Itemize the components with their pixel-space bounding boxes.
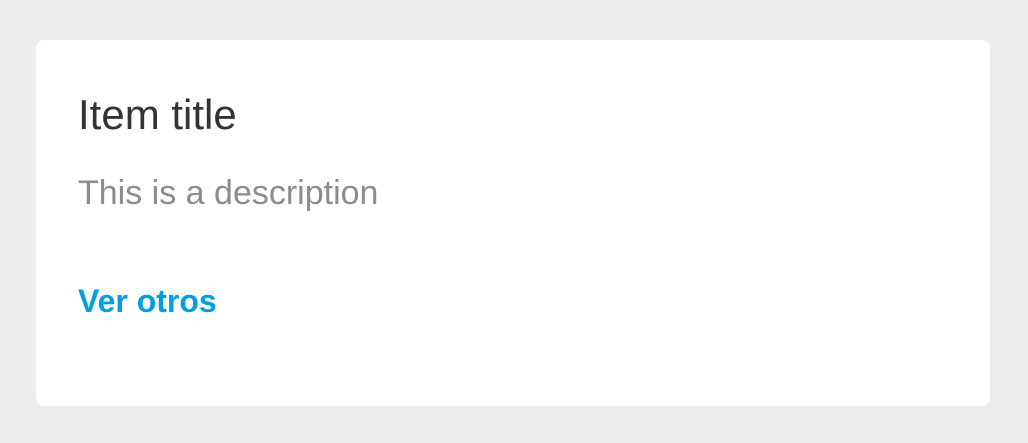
card-description: This is a description bbox=[78, 174, 379, 212]
card-title: Item title bbox=[78, 91, 237, 138]
item-card: Item title This is a description Ver otr… bbox=[36, 40, 990, 406]
page: { "card": { "title": "Item title", "desc… bbox=[0, 0, 1028, 443]
see-others-link[interactable]: Ver otros bbox=[78, 280, 217, 322]
